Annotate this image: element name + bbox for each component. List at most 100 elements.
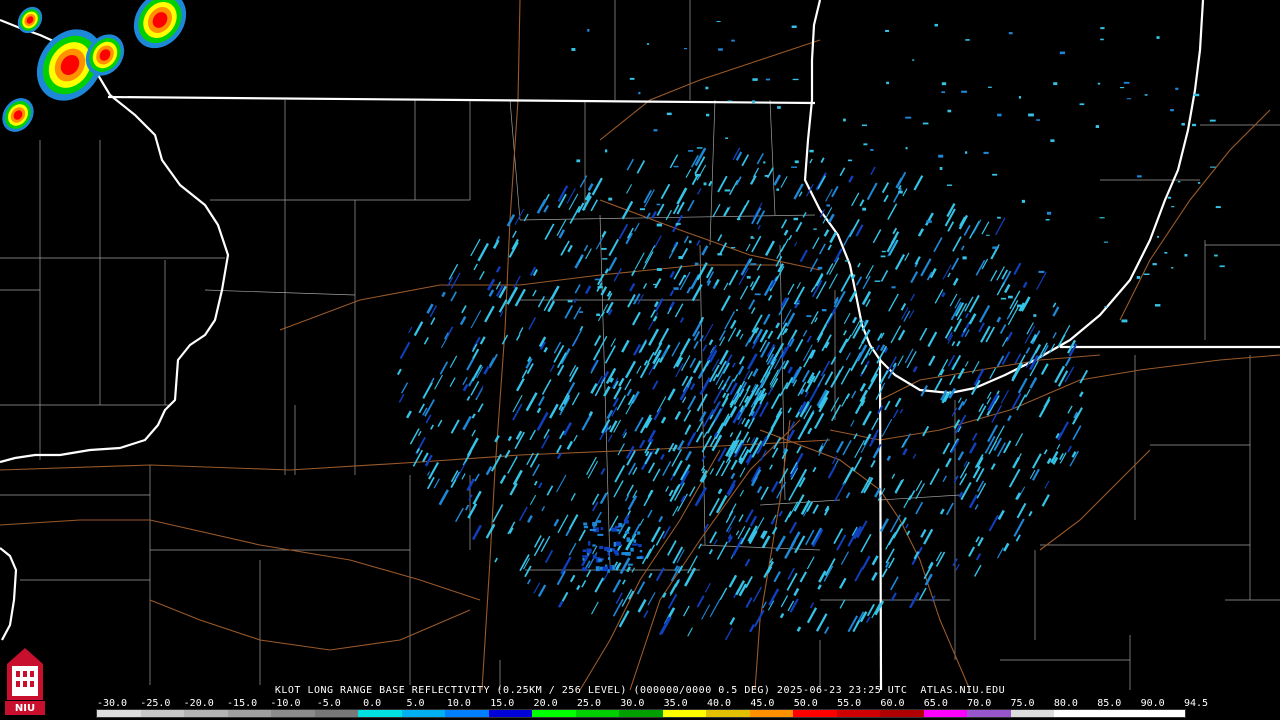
echo-speck <box>1215 206 1221 209</box>
echo-speck <box>675 223 681 225</box>
colorbar-segment <box>488 710 533 717</box>
colorbar-segment <box>749 710 794 717</box>
echo-speck <box>1021 199 1026 203</box>
echo-speck <box>592 544 596 547</box>
echo-speck <box>724 189 731 192</box>
reflectivity-colorbar <box>96 709 1186 718</box>
echo-speck <box>1100 38 1104 41</box>
echo-speck <box>1099 217 1105 219</box>
echo-speck <box>898 190 903 194</box>
scale-label: -10.0 <box>270 698 301 709</box>
echo-speck <box>962 256 967 260</box>
echo-speck <box>1164 252 1168 254</box>
echo-speck <box>847 159 853 162</box>
echo-speck <box>1209 119 1216 122</box>
echo-speck <box>813 228 817 230</box>
scale-label: 35.0 <box>663 698 688 709</box>
echo-speck <box>571 47 576 51</box>
echo-speck <box>602 258 608 260</box>
scale-label: 5.0 <box>406 698 425 709</box>
echo-speck <box>886 81 890 85</box>
echo-speck <box>817 266 823 270</box>
colorbar-segment <box>923 710 968 717</box>
echo-speck <box>1046 211 1052 215</box>
echo-speck <box>1136 275 1141 279</box>
echo-speck <box>746 276 751 279</box>
echo-speck <box>604 546 610 551</box>
scale-label: -25.0 <box>140 698 171 709</box>
echo-speck <box>1210 166 1216 168</box>
echo-speck <box>1154 304 1161 307</box>
echo-speck <box>941 82 947 86</box>
echo-speck <box>806 315 812 318</box>
echo-speck <box>809 149 814 153</box>
echo-speck <box>567 300 573 303</box>
scale-label: -20.0 <box>183 698 214 709</box>
echo-speck <box>947 109 952 113</box>
echo-speck <box>776 188 780 191</box>
scale-label: 94.5 <box>1183 698 1209 709</box>
echo-speck <box>615 541 621 546</box>
echo-speck <box>735 309 738 311</box>
echo-speck <box>673 287 679 290</box>
echo-speck <box>874 280 881 282</box>
echo-speck <box>941 91 946 94</box>
echo-speck <box>1219 265 1225 268</box>
echo-speck <box>628 563 633 566</box>
echo-speck <box>618 523 623 528</box>
echo-speck <box>862 124 868 127</box>
echo-speck <box>596 520 602 523</box>
scale-label: 20.0 <box>533 698 558 709</box>
echo-speck <box>922 122 929 125</box>
echo-speck <box>1167 196 1172 199</box>
colorbar-segment <box>1054 710 1098 717</box>
echo-speck <box>751 100 756 104</box>
echo-speck <box>1214 254 1218 257</box>
echo-speck <box>791 166 798 168</box>
scale-label: 70.0 <box>967 698 992 709</box>
echo-speck <box>653 283 657 286</box>
echo-speck <box>636 556 643 559</box>
colorbar-segment <box>793 710 837 717</box>
echo-speck <box>863 143 868 146</box>
logo-text: NIU <box>14 703 36 714</box>
echo-speck <box>595 566 600 572</box>
echo-speck <box>683 47 688 50</box>
echo-speck <box>718 48 723 51</box>
echo-speck <box>1008 295 1013 299</box>
echo-speck <box>938 154 944 158</box>
echo-speck <box>613 550 619 554</box>
echo-speck <box>754 293 761 296</box>
echo-speck <box>638 544 642 548</box>
echo-speck <box>844 260 849 262</box>
echo-speck <box>965 151 968 154</box>
colorbar-segment <box>575 710 620 717</box>
scale-label: 10.0 <box>446 698 471 709</box>
echo-speck <box>688 150 694 152</box>
echo-speck <box>594 278 600 281</box>
echo-speck <box>763 161 766 164</box>
echo-speck <box>706 113 710 117</box>
echo-speck <box>1171 267 1174 269</box>
colorbar-segment <box>836 710 881 717</box>
colorbar-segment <box>227 710 272 717</box>
echo-speck <box>623 520 629 524</box>
echo-speck <box>1095 125 1100 129</box>
echo-speck <box>586 548 592 553</box>
echo-speck <box>730 247 736 249</box>
echo-speck <box>725 137 729 139</box>
echo-speck <box>582 567 588 572</box>
colorbar-segment <box>401 710 446 717</box>
echo-speck <box>576 159 581 163</box>
echo-speck <box>656 268 662 271</box>
echo-speck <box>1036 119 1040 121</box>
echo-speck <box>716 20 721 22</box>
colorbar-segment <box>445 710 489 717</box>
echo-speck <box>826 204 831 207</box>
echo-speck <box>579 311 584 313</box>
echo-speck <box>1143 273 1150 275</box>
echo-speck <box>1050 139 1055 142</box>
echo-speck <box>596 313 600 317</box>
echo-speck <box>601 247 607 250</box>
echo-speck <box>934 23 938 27</box>
